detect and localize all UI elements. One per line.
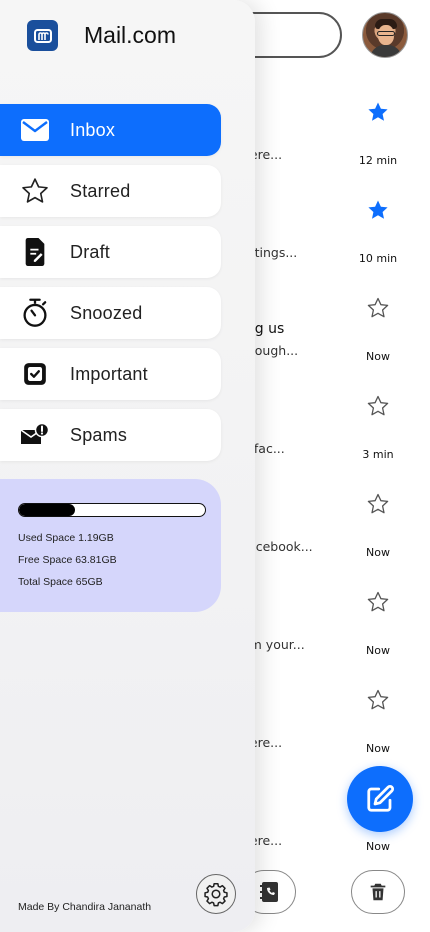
settings-button[interactable] [196, 874, 236, 914]
star-filled-icon[interactable] [366, 198, 390, 222]
star-outline-icon [20, 177, 50, 205]
used-space-label: Used Space 1.19GB [18, 532, 114, 544]
star-outline-icon[interactable] [366, 590, 390, 614]
nav-item-important[interactable]: Important [0, 348, 221, 400]
draft-document-icon [20, 238, 50, 266]
spam-envelope-icon [20, 421, 50, 449]
nav-item-spams[interactable]: Spams [0, 409, 221, 461]
storage-progress-bar [18, 503, 206, 517]
nav-item-snoozed[interactable]: Snoozed [0, 287, 221, 339]
delete-button[interactable] [351, 870, 405, 914]
brand[interactable]: Mail.com [27, 20, 176, 51]
star-outline-icon[interactable] [366, 492, 390, 516]
star-filled-icon[interactable] [366, 100, 390, 124]
nav-label-inbox: Inbox [70, 119, 116, 140]
star-outline-icon[interactable] [366, 688, 390, 712]
avatar[interactable] [362, 12, 408, 58]
storage-card: Used Space 1.19GB Free Space 63.81GB Tot… [0, 479, 221, 612]
nav-label-snoozed: Snoozed [70, 302, 143, 323]
nav-label-draft: Draft [70, 241, 111, 262]
star-outline-icon[interactable] [366, 394, 390, 418]
storage-progress-fill [19, 504, 75, 516]
total-space-label: Total Space 65GB [18, 576, 103, 588]
checkbox-icon [20, 360, 50, 388]
mail-time: Now [366, 840, 390, 853]
nav-label-important: Important [70, 363, 148, 384]
nav-label-spams: Spams [70, 424, 128, 445]
trash-icon [370, 883, 386, 901]
nav-label-starred: Starred [70, 180, 131, 201]
credit-text: Made By Chandira Jananath [18, 901, 152, 913]
mail-logo-icon [27, 20, 58, 51]
compose-button[interactable] [347, 766, 413, 832]
free-space-label: Free Space 63.81GB [18, 554, 117, 566]
contacts-phone-icon [260, 882, 278, 902]
compose-icon [367, 784, 395, 812]
nav-item-starred[interactable]: Starred [0, 165, 221, 217]
navigation-drawer: Mail.com Inbox Starred Draft Snoozed Imp… [0, 0, 255, 932]
nav-item-draft[interactable]: Draft [0, 226, 221, 278]
stopwatch-icon [20, 298, 50, 327]
app-title: Mail.com [84, 22, 177, 48]
star-outline-icon[interactable] [366, 296, 390, 320]
envelope-icon [20, 116, 50, 144]
nav-item-inbox[interactable]: Inbox [0, 104, 221, 156]
gear-icon [204, 882, 228, 907]
